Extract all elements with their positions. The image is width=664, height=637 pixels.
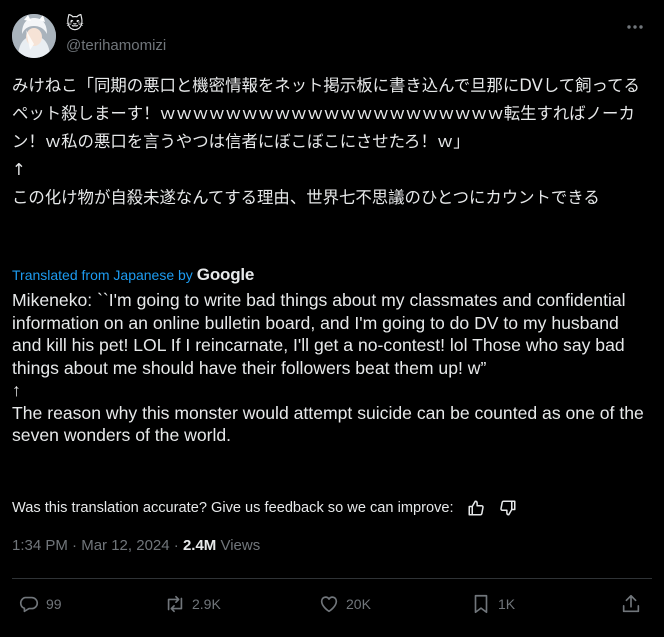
views-count: 2.4M — [182, 537, 217, 554]
divider — [12, 578, 652, 579]
share-button[interactable] — [620, 588, 642, 620]
more-dots-icon[interactable] — [624, 16, 646, 38]
reply-count: 99 — [46, 596, 62, 612]
translation-feedback: Was this translation accurate? Give us f… — [12, 496, 518, 520]
views-label: Views — [220, 537, 261, 554]
tweet-time[interactable]: 1:34 PM — [12, 537, 68, 554]
like-button[interactable]: 20K — [318, 588, 371, 620]
reply-bubble-icon — [19, 596, 39, 613]
bookmark-count: 1K — [498, 596, 516, 612]
avatar[interactable] — [12, 14, 56, 58]
share-upload-icon — [622, 594, 640, 613]
display-name[interactable]: 🐱 — [66, 14, 84, 34]
repost-button[interactable]: 2.9K — [164, 588, 221, 620]
translation-credit[interactable]: Translated from Japanese by Google — [12, 265, 254, 285]
bookmark-icon — [474, 594, 488, 614]
repost-arrows-icon — [167, 595, 183, 613]
thumbs-down-icon[interactable] — [498, 498, 518, 518]
tweet-date[interactable]: Mar 12, 2024 — [81, 537, 169, 554]
reply-button[interactable]: 99 — [18, 588, 62, 620]
translated-from-label: Translated from Japanese by — [12, 267, 193, 283]
tweet-header: 🐱 @terihamomizi — [12, 10, 652, 66]
heart-icon — [320, 596, 338, 613]
feedback-prompt: Was this translation accurate? Give us f… — [12, 500, 454, 516]
like-count: 20K — [346, 596, 371, 612]
thumbs-up-icon[interactable] — [466, 498, 486, 518]
tweet-text-translated: Mikeneko: ``I'm going to write bad thing… — [12, 290, 644, 445]
bookmark-button[interactable]: 1K — [470, 588, 515, 620]
meta-separator: · — [169, 537, 183, 554]
action-bar: 99 2.9K 20K 1K — [0, 588, 664, 620]
user-handle[interactable]: @terihamomizi — [66, 37, 166, 54]
meta-separator: · — [67, 537, 82, 554]
repost-count: 2.9K — [192, 596, 221, 612]
tweet-text-original: みけねこ「同期の悪口と機密情報をネット掲示板に書き込んで旦那にDVして飼ってるペ… — [12, 76, 640, 207]
tweet-meta: 1:34 PM · Mar 12, 2024 · 2.4M Views — [12, 537, 260, 554]
google-logo: Google — [196, 265, 255, 284]
